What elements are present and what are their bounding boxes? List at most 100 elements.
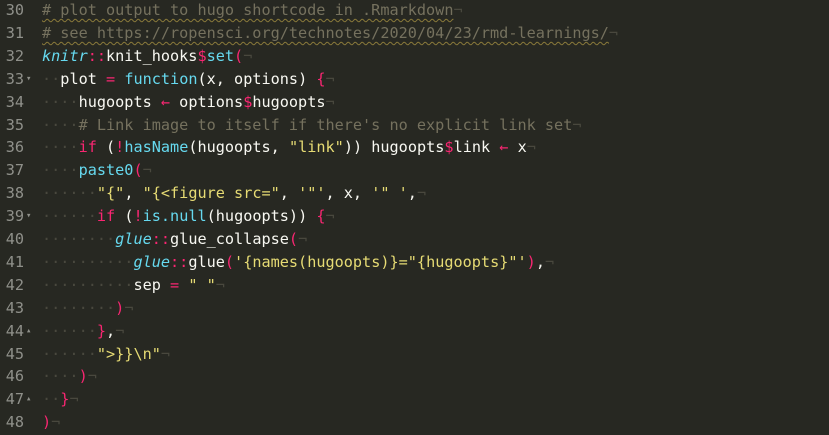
code-token: # plot output to hugo shortcode in .Rmar… <box>42 1 454 19</box>
invisible-char: ¬ <box>544 252 555 271</box>
code-token: )) hugoopts <box>343 138 445 157</box>
code-line[interactable]: 47 ▴ ··}¬ <box>0 388 829 410</box>
invisible-char: ¬ <box>142 161 152 180</box>
fold-toggle-icon[interactable]: ▴ <box>24 326 35 336</box>
invisible-char: ······ <box>42 207 97 226</box>
invisible-char: ¬ <box>526 138 536 157</box>
line-number: 40 <box>5 230 24 248</box>
line-number: 44 <box>5 321 24 340</box>
invisible-char: ¬ <box>325 69 335 88</box>
code-line[interactable]: 39 ▾ ······if (!is.null(hugoopts)) {¬ <box>0 205 829 227</box>
invisible-char: ¬ <box>298 230 308 248</box>
code-content: ··}¬ <box>35 390 79 408</box>
code-line[interactable]: 34 ····hugoopts ← options$hugoopts¬ <box>0 91 829 113</box>
code-token: set <box>206 46 235 65</box>
invisible-char: ¬ <box>325 92 335 111</box>
code-content: # plot output to hugo shortcode in .Rmar… <box>35 1 463 19</box>
code-token: ( <box>234 46 244 65</box>
code-content: )¬ <box>35 413 60 431</box>
invisible-char: ¬ <box>243 46 253 65</box>
code-content: ··········sep = " "¬ <box>35 276 225 294</box>
code-line[interactable]: 45 ······">}}\n"¬ <box>0 343 829 365</box>
code-line[interactable]: 35 ····# Link image to itself if there's … <box>0 114 829 136</box>
invisible-char: ¬ <box>115 321 125 340</box>
code-line[interactable]: 43 ········)¬ <box>0 297 829 319</box>
line-number: 47 <box>5 390 24 409</box>
code-content: ····if (!hasName(hugoopts, "link")) hugo… <box>35 138 536 156</box>
line-number: 41 <box>5 252 24 271</box>
invisible-char: ¬ <box>160 344 171 363</box>
code-content: ······"{", "{<figure src=", '"', x, '" '… <box>35 184 426 202</box>
code-content: ······">}}\n"¬ <box>35 345 170 363</box>
code-token: hasName <box>124 138 189 157</box>
code-line[interactable]: 40 ········glue::glue_collapse(¬ <box>0 228 829 250</box>
code-token: "link" <box>288 138 344 157</box>
invisible-char: ········ <box>42 298 116 317</box>
code-line[interactable]: 30 # plot output to hugo shortcode in .Rm… <box>0 0 829 21</box>
code-token: plot <box>60 69 107 88</box>
code-line[interactable]: 36 ····if (!hasName(hugoopts, "link")) hu… <box>0 136 829 158</box>
code-token: "{" <box>96 184 125 203</box>
fold-toggle-icon[interactable]: ▾ <box>24 74 35 84</box>
invisible-char: ¬ <box>416 184 427 203</box>
invisible-char: ¬ <box>124 298 134 317</box>
code-token: (hugoopts)) <box>206 207 317 226</box>
code-token: , x, <box>325 184 372 203</box>
code-content: ······},¬ <box>35 322 124 340</box>
code-line[interactable]: 48)¬ <box>0 411 829 433</box>
code-token: (x, options) <box>197 69 317 88</box>
code-editor[interactable]: 30 # plot output to hugo shortcode in .Rm… <box>0 0 829 435</box>
code-token: ( <box>96 138 116 157</box>
line-number: 37 <box>5 161 24 180</box>
code-line[interactable]: 32 knitr::knit_hooks$set(¬ <box>0 45 829 67</box>
fold-toggle-icon[interactable]: ▴ <box>24 394 35 404</box>
code-token: is.null <box>142 207 207 226</box>
code-token: glue <box>188 252 225 271</box>
code-token: ( <box>133 161 143 180</box>
code-token: ( <box>115 207 134 226</box>
invisible-char: ¬ <box>215 275 225 294</box>
line-number: 30 <box>5 1 24 19</box>
code-token: ← <box>160 92 171 111</box>
code-token: '"' <box>298 184 326 203</box>
code-token: hugoopts <box>252 92 326 111</box>
code-token: glue <box>115 230 152 248</box>
code-line[interactable]: 31 # see https://ropensci.org/technotes/2… <box>0 22 829 44</box>
code-token: glue <box>133 252 171 271</box>
code-content: ··········glue::glue('{names(hugoopts)}=… <box>35 253 554 271</box>
code-token: = <box>106 69 116 88</box>
line-number: 36 <box>5 138 24 157</box>
code-line[interactable]: 46 ····)¬ <box>0 365 829 387</box>
code-line[interactable]: 41 ··········glue::glue('{names(hugoopts)… <box>0 251 829 273</box>
code-line[interactable]: 42 ··········sep = " "¬ <box>0 274 829 296</box>
line-number: 46 <box>5 367 24 386</box>
invisible-char: ¬ <box>87 367 97 386</box>
code-token: , <box>124 184 143 203</box>
code-token: $ <box>197 46 207 65</box>
code-token: knitr <box>42 46 88 65</box>
code-line[interactable]: 44 ▴ ······},¬ <box>0 320 829 342</box>
code-content: knitr::knit_hooks$set(¬ <box>35 47 252 65</box>
line-number: 35 <box>5 115 24 134</box>
invisible-char: ······ <box>42 344 97 363</box>
line-number: 42 <box>5 275 24 294</box>
code-token: glue_collapse <box>170 230 289 248</box>
code-line[interactable]: 38 ······"{", "{<figure src=", '"', x, '"… <box>0 182 829 204</box>
code-token: if <box>78 138 97 157</box>
fold-toggle-icon[interactable]: ▾ <box>24 211 35 221</box>
line-number: 43 <box>5 298 24 317</box>
code-line[interactable]: 37 ····paste0(¬ <box>0 159 829 181</box>
invisible-char: ·········· <box>42 252 134 271</box>
code-token: :: <box>87 46 107 65</box>
code-token: ">}}\n" <box>96 344 161 363</box>
invisible-char: ·· <box>42 69 61 88</box>
code-token: knit_hooks <box>106 46 198 65</box>
invisible-char: ¬ <box>572 115 582 134</box>
code-line[interactable]: 33 ▾ ··plot = function(x, options) {¬ <box>0 68 829 90</box>
code-token: ) <box>526 252 536 271</box>
code-token: options <box>170 92 244 111</box>
code-token: ( <box>224 252 235 271</box>
code-token: x <box>508 138 527 157</box>
code-token: hugoopts <box>78 92 161 111</box>
invisible-char: ······ <box>42 184 97 203</box>
